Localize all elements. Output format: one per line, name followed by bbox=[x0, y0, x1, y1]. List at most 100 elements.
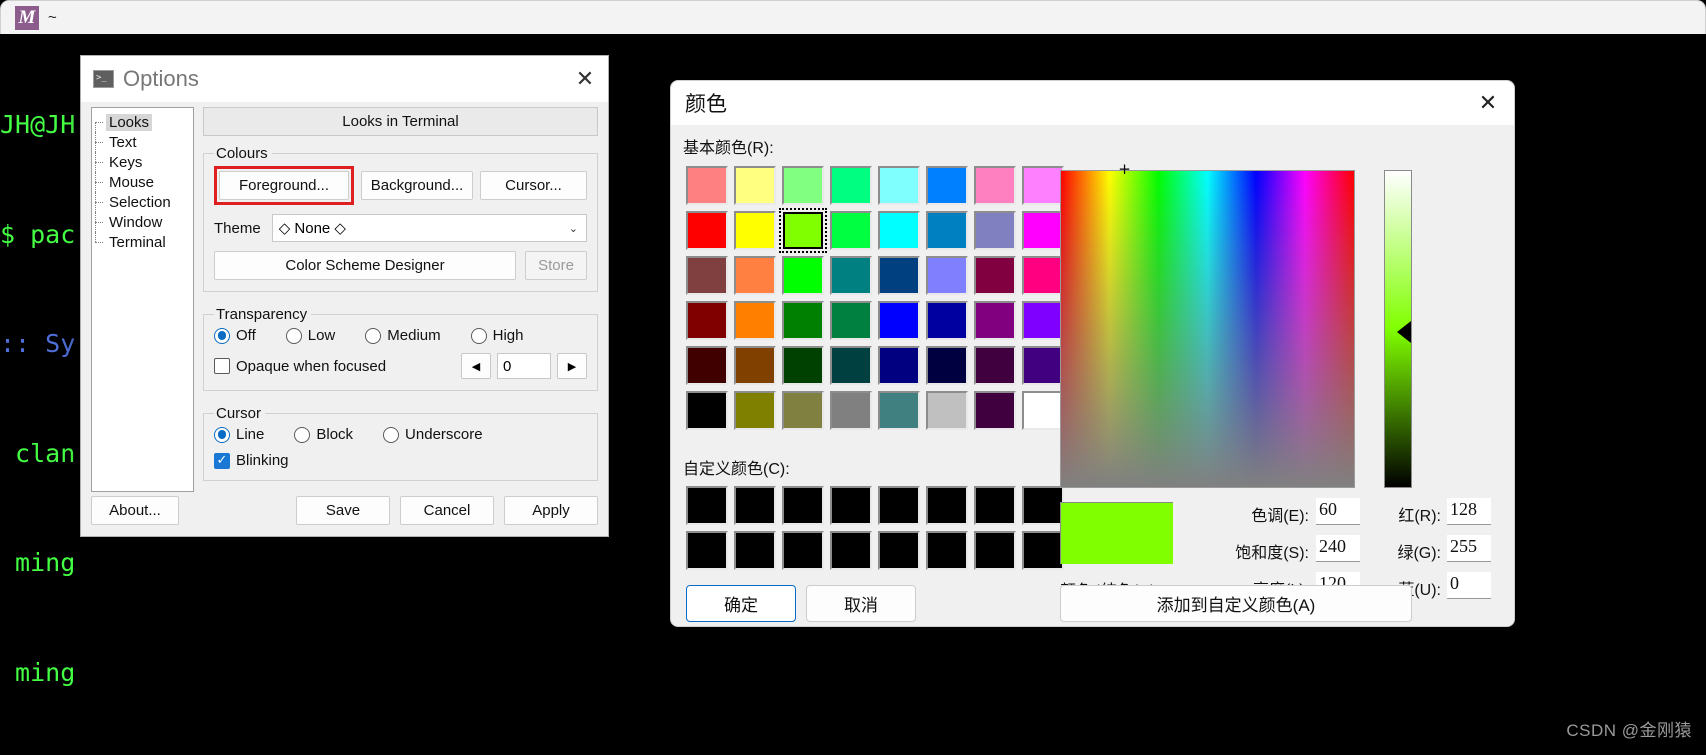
close-icon[interactable]: ✕ bbox=[562, 56, 608, 102]
custom-color-swatch[interactable] bbox=[731, 483, 779, 528]
basic-color-swatch[interactable] bbox=[875, 388, 923, 433]
basic-color-swatch[interactable] bbox=[923, 343, 971, 388]
background-button[interactable]: Background... bbox=[361, 171, 473, 200]
basic-color-swatch[interactable] bbox=[827, 388, 875, 433]
custom-color-swatch[interactable] bbox=[923, 483, 971, 528]
custom-color-swatch[interactable] bbox=[779, 483, 827, 528]
red-input[interactable]: 128 bbox=[1447, 498, 1491, 525]
basic-color-swatch[interactable] bbox=[827, 253, 875, 298]
custom-color-swatch[interactable] bbox=[683, 483, 731, 528]
basic-color-swatch[interactable] bbox=[827, 298, 875, 343]
custom-color-swatch[interactable] bbox=[827, 528, 875, 573]
basic-color-swatch[interactable] bbox=[779, 253, 827, 298]
blinking-checkbox[interactable]: Blinking bbox=[214, 452, 587, 469]
basic-color-swatch[interactable] bbox=[683, 298, 731, 343]
basic-color-swatch[interactable] bbox=[827, 208, 875, 253]
basic-color-swatch[interactable] bbox=[971, 298, 1019, 343]
ok-button[interactable]: 确定 bbox=[686, 585, 796, 622]
basic-color-swatch[interactable] bbox=[731, 343, 779, 388]
basic-color-swatch[interactable] bbox=[971, 208, 1019, 253]
basic-color-swatch[interactable] bbox=[923, 388, 971, 433]
basic-color-swatch[interactable] bbox=[875, 208, 923, 253]
custom-colors-grid[interactable] bbox=[683, 483, 1067, 573]
sidebar-item-window[interactable]: Window bbox=[92, 212, 193, 232]
custom-color-swatch[interactable] bbox=[971, 528, 1019, 573]
basic-colors-grid[interactable] bbox=[683, 163, 1067, 433]
transparency-option-low[interactable]: Low bbox=[285, 327, 335, 344]
custom-color-swatch[interactable] bbox=[875, 528, 923, 573]
basic-color-swatch[interactable] bbox=[779, 163, 827, 208]
custom-color-swatch[interactable] bbox=[923, 528, 971, 573]
sidebar-item-keys[interactable]: Keys bbox=[92, 152, 193, 172]
basic-color-swatch[interactable] bbox=[731, 208, 779, 253]
cursor-option-underscore[interactable]: Underscore bbox=[383, 426, 483, 443]
basic-color-swatch[interactable] bbox=[875, 343, 923, 388]
cursor-option-block[interactable]: Block bbox=[294, 426, 353, 443]
foreground-button[interactable]: Foreground... bbox=[219, 171, 349, 200]
basic-color-swatch[interactable] bbox=[731, 298, 779, 343]
custom-color-swatch[interactable] bbox=[827, 483, 875, 528]
basic-color-swatch[interactable] bbox=[875, 298, 923, 343]
transparency-option-high[interactable]: High bbox=[470, 327, 523, 344]
basic-color-swatch[interactable] bbox=[731, 388, 779, 433]
sidebar-item-selection[interactable]: Selection bbox=[92, 192, 193, 212]
add-to-custom-colors-button[interactable]: 添加到自定义颜色(A) bbox=[1060, 585, 1412, 622]
custom-color-swatch[interactable] bbox=[971, 483, 1019, 528]
basic-color-swatch[interactable] bbox=[779, 298, 827, 343]
transparency-option-medium[interactable]: Medium bbox=[365, 327, 441, 344]
transparency-value-input[interactable]: 0 bbox=[497, 353, 551, 379]
luminosity-slider-thumb[interactable] bbox=[1397, 321, 1411, 343]
basic-color-swatch[interactable] bbox=[683, 208, 731, 253]
sidebar-item-terminal[interactable]: Terminal bbox=[92, 232, 193, 252]
custom-color-swatch[interactable] bbox=[683, 528, 731, 573]
stepper-decrement-button[interactable]: ◀ bbox=[461, 353, 491, 379]
close-icon[interactable]: ✕ bbox=[1466, 83, 1510, 123]
theme-select[interactable]: ◇ None ◇ ⌄ bbox=[271, 214, 587, 242]
basic-color-swatch[interactable] bbox=[731, 163, 779, 208]
basic-color-swatch[interactable] bbox=[731, 253, 779, 298]
about-button[interactable]: About... bbox=[91, 496, 179, 525]
sidebar-item-looks[interactable]: Looks bbox=[92, 112, 193, 132]
options-category-tree[interactable]: Looks Text Keys Mouse Selection Window T… bbox=[91, 107, 194, 492]
stepper-increment-button[interactable]: ▶ bbox=[557, 353, 587, 379]
basic-color-swatch[interactable] bbox=[923, 163, 971, 208]
sidebar-item-mouse[interactable]: Mouse bbox=[92, 172, 193, 192]
basic-color-swatch[interactable] bbox=[971, 388, 1019, 433]
basic-color-swatch[interactable] bbox=[923, 298, 971, 343]
basic-color-swatch[interactable] bbox=[971, 343, 1019, 388]
transparency-option-off[interactable]: Off bbox=[214, 327, 256, 344]
basic-color-swatch[interactable] bbox=[971, 163, 1019, 208]
cancel-button[interactable]: Cancel bbox=[400, 496, 494, 525]
basic-color-swatch[interactable] bbox=[779, 388, 827, 433]
opaque-when-focused-checkbox[interactable]: Opaque when focused bbox=[214, 358, 386, 375]
color-spectrum-field[interactable]: + bbox=[1060, 162, 1355, 488]
store-button[interactable]: Store bbox=[525, 251, 587, 280]
basic-color-swatch[interactable] bbox=[827, 343, 875, 388]
custom-color-swatch[interactable] bbox=[779, 528, 827, 573]
saturation-input[interactable]: 240 bbox=[1316, 535, 1360, 562]
custom-color-swatch[interactable] bbox=[731, 528, 779, 573]
basic-color-swatch[interactable] bbox=[923, 253, 971, 298]
basic-color-swatch[interactable] bbox=[683, 253, 731, 298]
sidebar-item-text[interactable]: Text bbox=[92, 132, 193, 152]
basic-color-swatch[interactable] bbox=[779, 343, 827, 388]
basic-color-swatch[interactable] bbox=[923, 208, 971, 253]
custom-color-swatch[interactable] bbox=[875, 483, 923, 528]
basic-color-swatch[interactable] bbox=[683, 163, 731, 208]
save-button[interactable]: Save bbox=[296, 496, 390, 525]
basic-color-swatch[interactable] bbox=[971, 253, 1019, 298]
basic-color-swatch[interactable] bbox=[683, 343, 731, 388]
basic-color-swatch[interactable] bbox=[875, 163, 923, 208]
apply-button[interactable]: Apply bbox=[504, 496, 598, 525]
basic-color-swatch[interactable] bbox=[683, 388, 731, 433]
hue-input[interactable]: 60 bbox=[1316, 498, 1360, 525]
cursor-option-line[interactable]: Line bbox=[214, 426, 264, 443]
color-scheme-designer-button[interactable]: Color Scheme Designer bbox=[214, 251, 516, 280]
basic-color-swatch[interactable] bbox=[779, 208, 827, 253]
basic-color-swatch[interactable] bbox=[827, 163, 875, 208]
basic-color-swatch[interactable] bbox=[875, 253, 923, 298]
cancel-button[interactable]: 取消 bbox=[806, 585, 916, 622]
cursor-button[interactable]: Cursor... bbox=[480, 171, 587, 200]
blue-input[interactable]: 0 bbox=[1447, 572, 1491, 599]
green-input[interactable]: 255 bbox=[1447, 535, 1491, 562]
